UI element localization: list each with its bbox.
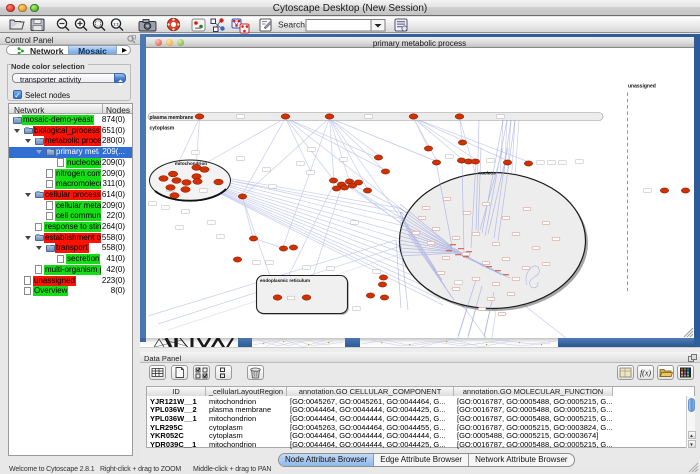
svg-text:Search:: Search:	[278, 20, 307, 30]
svg-text:f(x): f(x)	[640, 369, 651, 378]
svg-text:endoplasmic reticulum: endoplasmic reticulum	[260, 278, 310, 283]
svg-text:plasma membrane: plasma membrane	[149, 115, 193, 121]
svg-text:1:1: 1:1	[113, 22, 120, 27]
svg-text:unassigned: unassigned	[628, 84, 656, 90]
svg-text:cytoplasm: cytoplasm	[149, 126, 174, 132]
svg-text:mitochondrion: mitochondrion	[174, 161, 206, 166]
